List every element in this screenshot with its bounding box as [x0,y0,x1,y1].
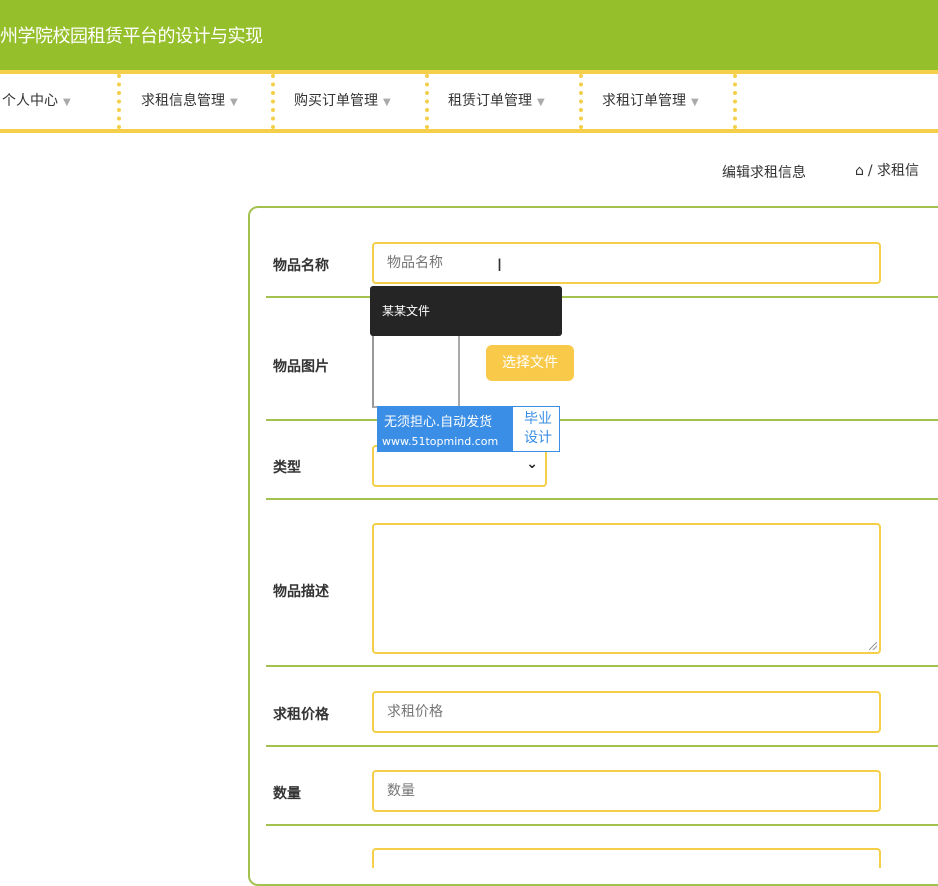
item-name-label: 物品名称 [273,258,329,274]
nav-item-personal-center[interactable]: 个人中心 ▼ [2,74,71,129]
watermark-line2: www.51topmind.com [382,435,499,448]
description-textarea[interactable] [372,523,881,654]
caret-down-icon: ▼ [691,97,699,108]
image-preview [372,328,460,408]
chevron-down-icon: ⌄ [526,456,538,472]
row-divider [266,745,938,747]
caret-down-icon: ▼ [230,97,238,108]
watermark-right: 毕业 设计 [516,410,560,448]
nav-item-request-order-management[interactable]: 求租订单管理 ▼ [602,74,699,129]
home-icon[interactable]: ⌂ [855,163,864,179]
row-divider [266,824,938,826]
breadcrumb-path[interactable]: / 求租信 [868,163,919,179]
choose-file-button[interactable]: 选择文件 [486,345,574,381]
nav-divider [117,74,121,129]
main-nav: 个人中心 ▼ 求租信息管理 ▼ 购买订单管理 ▼ 租赁订单管理 ▼ 求租订单管理 ▼ [0,70,938,133]
breadcrumb: ⌂ / 求租信 [855,160,919,180]
quantity-input[interactable] [372,770,881,812]
type-label: 类型 [273,460,301,476]
nav-item-label: 个人中心 [2,93,58,109]
nav-item-label: 租赁订单管理 [448,93,532,109]
row-divider [266,296,938,298]
nav-item-rental-request-management[interactable]: 求租信息管理 ▼ [141,74,238,129]
price-label: 求租价格 [273,707,329,723]
item-name-input[interactable] [372,242,881,284]
row-divider [266,498,938,500]
watermark: 无须担心.自动发货 www.51topmind.com 毕业 设计 [377,406,560,452]
watermark-side-top: 毕业 [524,411,552,427]
caret-down-icon: ▼ [383,97,391,108]
item-image-label: 物品图片 [273,359,329,375]
watermark-left: 无须担心.自动发货 www.51topmind.com [378,407,513,451]
resize-grip-icon[interactable] [869,642,877,650]
nav-item-label: 购买订单管理 [294,93,378,109]
nav-divider [733,74,737,129]
row-divider [266,419,938,421]
watermark-line1: 无须担心.自动发货 [384,415,493,430]
price-input[interactable] [372,691,881,733]
page-title: 编辑求租信息 [722,165,806,181]
next-field-input[interactable] [372,848,881,868]
description-label: 物品描述 [273,584,329,600]
text-cursor-icon: I [497,256,503,276]
watermark-side-bottom: 设计 [524,430,552,446]
nav-item-purchase-order-management[interactable]: 购买订单管理 ▼ [294,74,391,129]
top-header: 州学院校园租赁平台的设计与实现 [0,0,938,70]
app-title: 州学院校园租赁平台的设计与实现 [0,26,263,47]
nav-item-lease-order-management[interactable]: 租赁订单管理 ▼ [448,74,545,129]
nav-item-label: 求租信息管理 [141,93,225,109]
nav-divider [425,74,429,129]
caret-down-icon: ▼ [537,97,545,108]
nav-divider [579,74,583,129]
caret-down-icon: ▼ [63,97,71,108]
nav-divider [271,74,275,129]
file-tooltip: 某某文件 [370,286,562,336]
quantity-label: 数量 [273,786,301,802]
row-divider [266,665,938,667]
nav-item-label: 求租订单管理 [602,93,686,109]
